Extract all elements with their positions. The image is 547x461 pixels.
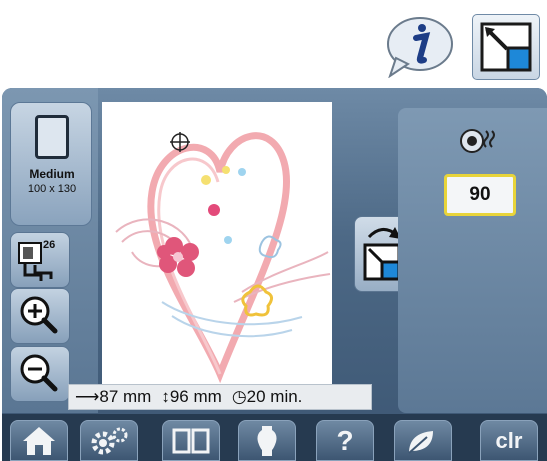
layout-toggle-button[interactable] <box>472 14 540 80</box>
settings-panel: 90 <box>398 108 547 413</box>
width-readout: ⟶87 mm <box>75 387 151 407</box>
help-button[interactable]: ? <box>316 420 374 461</box>
pressure-value[interactable]: 90 <box>444 174 516 216</box>
gear-icon <box>91 427 128 454</box>
zoom-out-button[interactable] <box>10 346 70 402</box>
home-button[interactable] <box>10 420 68 461</box>
eco-button[interactable] <box>394 420 452 461</box>
width-value: 87 mm <box>99 387 152 406</box>
hoop-icon <box>35 115 69 159</box>
zoom-out-icon <box>20 354 58 392</box>
embroidery-design-image <box>115 132 331 384</box>
tutorial-button[interactable] <box>162 420 220 461</box>
orientation-icon <box>480 22 532 72</box>
presser-foot-pressure-icon <box>460 129 495 153</box>
zoom-in-icon <box>20 296 58 334</box>
time-value: 20 min. <box>246 387 303 406</box>
home-icon <box>23 426 55 455</box>
machine-screen: Medium 100 x 130 26 ⟶87 mm ↕96 mm ◷20 mi… <box>2 88 547 461</box>
hoop-size: 100 x 130 <box>27 183 77 195</box>
height-arrow-icon: ↕ <box>161 387 170 406</box>
width-arrow-icon: ⟶ <box>75 387 100 406</box>
color-count-value: 26 <box>43 239 56 251</box>
info-icon[interactable] <box>382 14 456 78</box>
eco-leaf-icon <box>408 430 433 454</box>
zoom-in-button[interactable] <box>10 288 70 344</box>
book-icon <box>172 428 210 453</box>
hoop-name: Medium <box>29 167 75 181</box>
clear-label: clr <box>495 427 523 453</box>
height-value: 96 mm <box>169 387 222 406</box>
design-info-bar: ⟶87 mm ↕96 mm ◷20 min. <box>68 384 372 410</box>
design-preview[interactable] <box>102 102 332 402</box>
color-count-button[interactable]: 26 <box>10 232 70 288</box>
color-sequence-icon <box>18 242 53 281</box>
hoop-select-button[interactable]: Medium 100 x 130 <box>10 102 92 226</box>
help-label: ? <box>336 424 354 456</box>
clock-icon: ◷ <box>231 387 247 406</box>
dress-form-icon <box>257 425 277 456</box>
time-readout: ◷20 min. <box>232 387 303 407</box>
bottom-navigation: ? clr <box>2 414 547 461</box>
setup-button[interactable] <box>80 420 138 461</box>
height-readout: ↕96 mm <box>161 387 221 407</box>
creative-consultant-button[interactable] <box>238 420 296 461</box>
clear-button[interactable]: clr <box>480 420 538 461</box>
